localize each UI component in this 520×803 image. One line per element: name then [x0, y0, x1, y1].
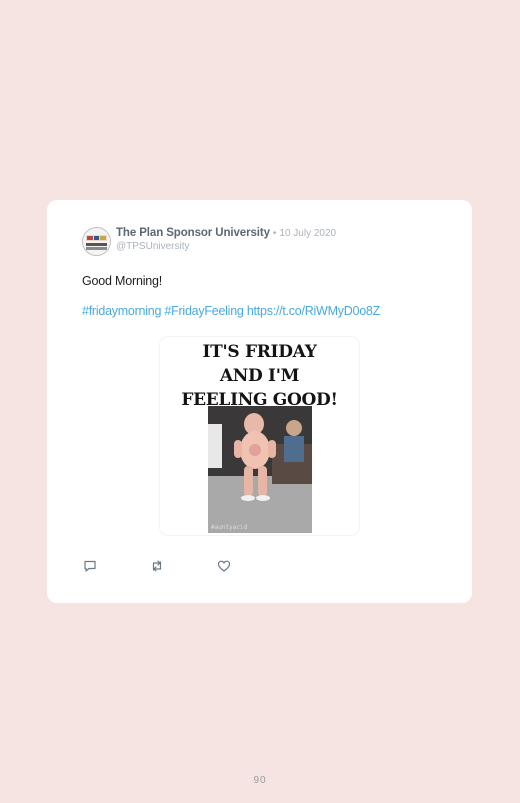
separator-dot: •	[272, 228, 277, 239]
hashtag-link[interactable]: #FridayFeeling	[164, 304, 243, 318]
tweet-date[interactable]: 10 July 2020	[279, 229, 336, 239]
dancing-baby-illustration	[208, 406, 312, 533]
author-name[interactable]: The Plan Sponsor University	[116, 227, 270, 240]
reply-icon[interactable]	[83, 559, 97, 573]
like-icon[interactable]	[217, 559, 231, 573]
tweet-links: #fridaymorning #FridayFeeling https://t.…	[82, 304, 380, 318]
author-meta: The Plan Sponsor University • 10 July 20…	[116, 227, 336, 252]
page-number: 90	[253, 775, 267, 786]
media-gif[interactable]: #auntyacid	[208, 406, 312, 533]
retweet-icon[interactable]	[150, 559, 164, 573]
author-avatar[interactable]	[82, 227, 111, 256]
url-link[interactable]: https://t.co/RiWMyD0o8Z	[247, 304, 380, 318]
tweet-media[interactable]: IT'S FRIDAY AND I'M FEELING GOOD! #aunty	[160, 337, 359, 535]
tweet-actions	[83, 559, 284, 573]
tweet-card: The Plan Sponsor University • 10 July 20…	[47, 200, 472, 603]
hashtag-link[interactable]: #fridaymorning	[82, 304, 161, 318]
media-caption: IT'S FRIDAY AND I'M FEELING GOOD!	[181, 342, 338, 410]
tweet-header: The Plan Sponsor University • 10 July 20…	[82, 227, 336, 256]
tweet-text: Good Morning!	[82, 274, 163, 288]
author-handle[interactable]: @TPSUniversity	[116, 241, 336, 252]
media-watermark: #auntyacid	[211, 524, 248, 531]
avatar-logo-icon	[83, 228, 110, 255]
